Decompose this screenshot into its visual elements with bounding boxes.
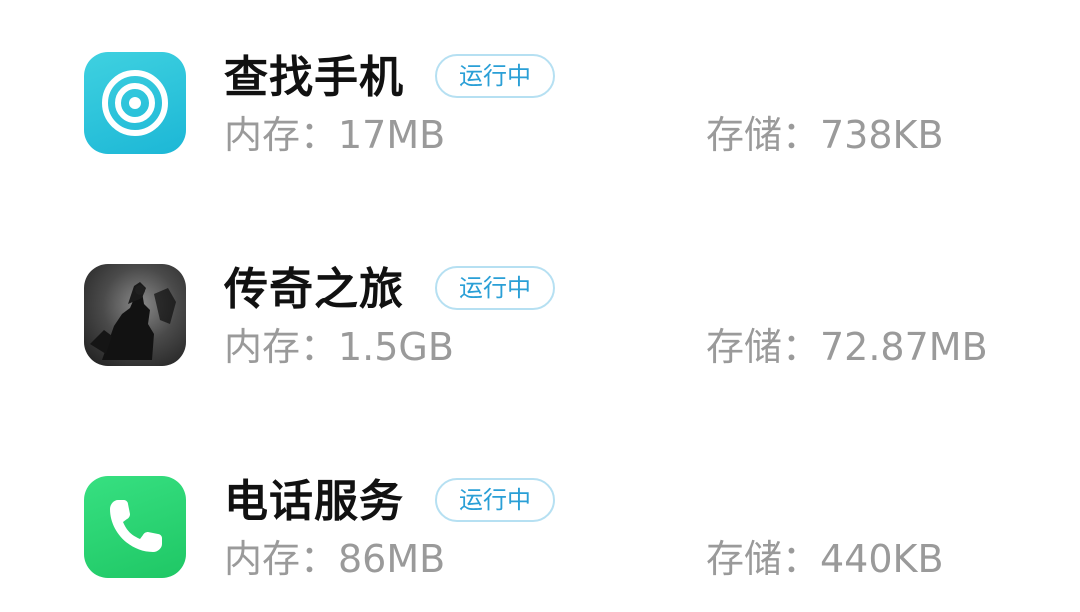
memory-usage: 内存：1.5GB [224, 325, 454, 369]
status-badge: 运行中 [435, 478, 555, 522]
app-name: 传奇之旅 [224, 264, 404, 315]
memory-usage: 内存：86MB [224, 537, 446, 581]
app-list-item-phone-service[interactable]: 电话服务 运行中 内存：86MB 存储：440KB [0, 474, 1080, 584]
storage-usage: 存储：440KB [706, 537, 944, 581]
phone-icon [84, 476, 186, 578]
memory-usage: 内存：17MB [224, 113, 446, 157]
find-device-icon [84, 52, 186, 154]
status-badge: 运行中 [435, 54, 555, 98]
game-art-icon [84, 264, 186, 366]
status-badge: 运行中 [435, 266, 555, 310]
app-list-item-find-device[interactable]: 查找手机 运行中 内存：17MB 存储：738KB [0, 50, 1080, 160]
storage-usage: 存储：72.87MB [706, 325, 988, 369]
app-name: 电话服务 [224, 476, 404, 527]
app-list-item-legend-journey[interactable]: 传奇之旅 运行中 内存：1.5GB 存储：72.87MB [0, 262, 1080, 372]
storage-usage: 存储：738KB [706, 113, 944, 157]
app-name: 查找手机 [224, 52, 404, 103]
